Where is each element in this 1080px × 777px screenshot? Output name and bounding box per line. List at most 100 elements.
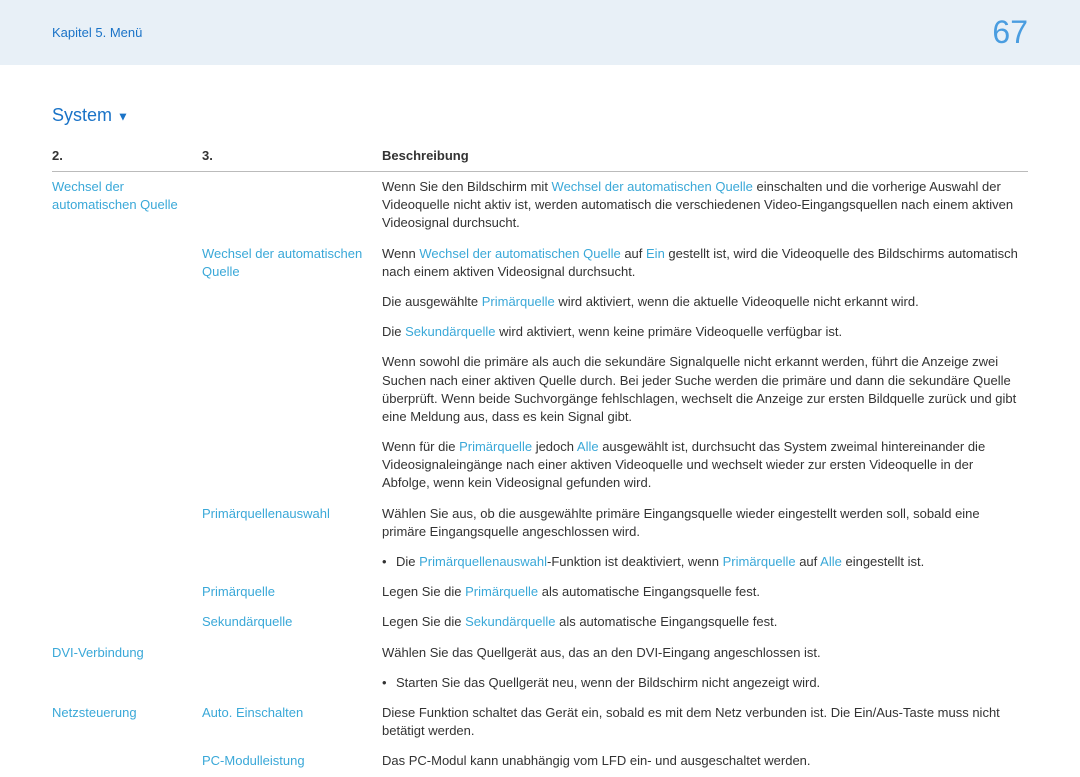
description-text: Die Sekundärquelle wird aktiviert, wenn … bbox=[382, 323, 1020, 341]
inline-link[interactable]: Ein bbox=[646, 246, 665, 261]
description-cell: Wenn Wechsel der automatischen Quelle au… bbox=[382, 239, 1028, 287]
table-row: Wechsel der automatischen QuelleWenn Sie… bbox=[52, 172, 1028, 239]
page-header: Kapitel 5. Menü 67 bbox=[0, 0, 1080, 65]
description-text: Wählen Sie aus, ob die ausgewählte primä… bbox=[382, 505, 1020, 541]
table-header-desc: Beschreibung bbox=[382, 142, 1028, 172]
description-fragment: Das PC-Modul kann unabhängig vom LFD ein… bbox=[382, 753, 811, 768]
description-cell: Diese Funktion schaltet das Gerät ein, s… bbox=[382, 698, 1028, 746]
description-fragment: eingestellt ist. bbox=[842, 554, 924, 569]
submenu-item-link[interactable]: Auto. Einschalten bbox=[202, 705, 303, 720]
inline-link[interactable]: Primärquelle bbox=[723, 554, 796, 569]
col2-cell bbox=[52, 432, 202, 499]
description-fragment: jedoch bbox=[532, 439, 577, 454]
inline-link[interactable]: Wechsel der automatischen Quelle bbox=[419, 246, 620, 261]
menu-item-link[interactable]: DVI-Verbindung bbox=[52, 645, 144, 660]
breadcrumb[interactable]: Kapitel 5. Menü bbox=[52, 25, 142, 40]
description-cell: Wenn für die Primärquelle jedoch Alle au… bbox=[382, 432, 1028, 499]
description-fragment: Wenn sowohl die primäre als auch die sek… bbox=[382, 354, 1016, 424]
table-row: Die Sekundärquelle wird aktiviert, wenn … bbox=[52, 317, 1028, 347]
menu-item-link[interactable]: Netzsteuerung bbox=[52, 705, 137, 720]
col3-cell bbox=[202, 432, 382, 499]
table-row: Wechsel der automatischen QuelleWenn Wec… bbox=[52, 239, 1028, 287]
col2-cell bbox=[52, 668, 202, 698]
inline-link[interactable]: Alle bbox=[820, 554, 842, 569]
description-cell: Die Sekundärquelle wird aktiviert, wenn … bbox=[382, 317, 1028, 347]
table-row: SekundärquelleLegen Sie die Sekundärquel… bbox=[52, 607, 1028, 637]
col3-cell bbox=[202, 668, 382, 698]
col2-cell bbox=[52, 287, 202, 317]
submenu-item-link[interactable]: Primärquellenauswahl bbox=[202, 506, 330, 521]
description-cell: Legen Sie die Sekundärquelle als automat… bbox=[382, 607, 1028, 637]
submenu-item-link[interactable]: Wechsel der automatischen Quelle bbox=[202, 246, 362, 279]
description-cell: Legen Sie die Primärquelle als automatis… bbox=[382, 577, 1028, 607]
description-fragment: Wenn bbox=[382, 246, 419, 261]
col3-cell bbox=[202, 638, 382, 668]
col2-cell bbox=[52, 239, 202, 287]
col2-cell bbox=[52, 607, 202, 637]
table-row: Starten Sie das Quellgerät neu, wenn der… bbox=[52, 668, 1028, 698]
col2-cell: Netzsteuerung bbox=[52, 698, 202, 746]
bullet-text: Starten Sie das Quellgerät neu, wenn der… bbox=[382, 674, 1020, 692]
col3-cell: PC-Modulleistung bbox=[202, 746, 382, 776]
inline-link[interactable]: Primärquelle bbox=[465, 584, 538, 599]
inline-link[interactable]: Sekundärquelle bbox=[465, 614, 555, 629]
submenu-item-link[interactable]: Sekundärquelle bbox=[202, 614, 292, 629]
description-fragment: -Funktion ist deaktiviert, wenn bbox=[547, 554, 723, 569]
description-text: Wenn für die Primärquelle jedoch Alle au… bbox=[382, 438, 1020, 493]
description-text: Die ausgewählte Primärquelle wird aktivi… bbox=[382, 293, 1020, 311]
inline-link[interactable]: Sekundärquelle bbox=[405, 324, 495, 339]
description-fragment: Diese Funktion schaltet das Gerät ein, s… bbox=[382, 705, 1000, 738]
col2-cell bbox=[52, 547, 202, 577]
description-cell: Wenn Sie den Bildschirm mit Wechsel der … bbox=[382, 172, 1028, 239]
table-header-3: 3. bbox=[202, 142, 382, 172]
table-row: DVI-Verbindung Wählen Sie das Quellgerät … bbox=[52, 638, 1028, 668]
description-cell: Wenn sowohl die primäre als auch die sek… bbox=[382, 347, 1028, 432]
description-fragment: Wählen Sie das Quellgerät aus, das an de… bbox=[382, 645, 821, 660]
description-text: Wählen Sie das Quellgerät aus, das an de… bbox=[382, 644, 1020, 662]
col2-cell bbox=[52, 577, 202, 607]
menu-item-link[interactable]: Wechsel der automatischen Quelle bbox=[52, 179, 178, 212]
inline-link[interactable]: Primärquelle bbox=[459, 439, 532, 454]
col3-cell: Sekundärquelle bbox=[202, 607, 382, 637]
description-fragment: als automatische Eingangsquelle fest. bbox=[538, 584, 760, 599]
chevron-down-icon: ▼ bbox=[117, 109, 129, 123]
description-text: Das PC-Modul kann unabhängig vom LFD ein… bbox=[382, 752, 1020, 770]
col3-cell bbox=[202, 347, 382, 432]
page-content: System ▼ 2. 3. Beschreibung Wechsel der … bbox=[0, 65, 1080, 777]
col2-cell bbox=[52, 499, 202, 547]
description-fragment: Starten Sie das Quellgerät neu, wenn der… bbox=[396, 675, 820, 690]
bullet-text: Die Primärquellenauswahl-Funktion ist de… bbox=[382, 553, 1020, 571]
description-cell: Wählen Sie aus, ob die ausgewählte primä… bbox=[382, 499, 1028, 547]
description-fragment: Wenn für die bbox=[382, 439, 459, 454]
table-row: Die Primärquellenauswahl-Funktion ist de… bbox=[52, 547, 1028, 577]
description-cell: Starten Sie das Quellgerät neu, wenn der… bbox=[382, 668, 1028, 698]
description-text: Wenn Wechsel der automatischen Quelle au… bbox=[382, 245, 1020, 281]
section-title[interactable]: System ▼ bbox=[52, 105, 1028, 126]
inline-link[interactable]: Primärquellenauswahl bbox=[419, 554, 547, 569]
table-row: PrimärquelleLegen Sie die Primärquelle a… bbox=[52, 577, 1028, 607]
description-cell: Die Primärquellenauswahl-Funktion ist de… bbox=[382, 547, 1028, 577]
settings-table: 2. 3. Beschreibung Wechsel der automatis… bbox=[52, 142, 1028, 777]
col3-cell: Primärquelle bbox=[202, 577, 382, 607]
col3-cell: Wechsel der automatischen Quelle bbox=[202, 239, 382, 287]
col3-cell: Primärquellenauswahl bbox=[202, 499, 382, 547]
table-row: Wenn sowohl die primäre als auch die sek… bbox=[52, 347, 1028, 432]
col2-cell: Wechsel der automatischen Quelle bbox=[52, 172, 202, 239]
description-fragment: wird aktiviert, wenn die aktuelle Videoq… bbox=[555, 294, 919, 309]
col3-cell bbox=[202, 547, 382, 577]
submenu-item-link[interactable]: PC-Modulleistung bbox=[202, 753, 305, 768]
table-row: Netzsteuerung Auto. Einschalten Diese Funk… bbox=[52, 698, 1028, 746]
col3-cell: Auto. Einschalten bbox=[202, 698, 382, 746]
table-row: PC-Modulleistung Das PC-Modul kann unabhä… bbox=[52, 746, 1028, 776]
section-title-text: System bbox=[52, 105, 112, 125]
col3-cell bbox=[202, 172, 382, 239]
inline-link[interactable]: Primärquelle bbox=[482, 294, 555, 309]
inline-link[interactable]: Wechsel der automatischen Quelle bbox=[552, 179, 753, 194]
description-text: Diese Funktion schaltet das Gerät ein, s… bbox=[382, 704, 1020, 740]
table-row: Die ausgewählte Primärquelle wird aktivi… bbox=[52, 287, 1028, 317]
inline-link[interactable]: Alle bbox=[577, 439, 599, 454]
description-fragment: Wenn Sie den Bildschirm mit bbox=[382, 179, 552, 194]
description-text: Legen Sie die Primärquelle als automatis… bbox=[382, 583, 1020, 601]
table-header-2: 2. bbox=[52, 142, 202, 172]
submenu-item-link[interactable]: Primärquelle bbox=[202, 584, 275, 599]
